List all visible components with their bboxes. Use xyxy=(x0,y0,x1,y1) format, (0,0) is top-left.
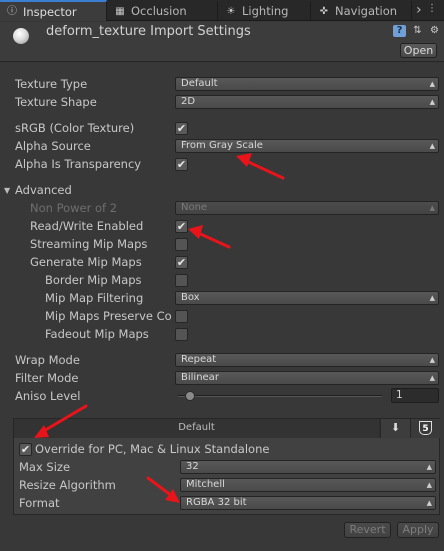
html5-icon: 5 xyxy=(419,421,432,435)
occlusion-icon: ▦ xyxy=(115,5,125,17)
override-platform-checkbox[interactable]: ✔ xyxy=(19,443,32,456)
tab-occlusion[interactable]: ▦ Occlusion xyxy=(108,1,218,21)
format-label: Format xyxy=(19,496,60,510)
help-icon[interactable]: ? xyxy=(393,25,406,37)
max-size-dropdown[interactable]: 32 ▲ xyxy=(180,460,436,474)
texture-shape-dropdown[interactable]: 2D ▲ xyxy=(175,95,439,109)
override-platform-label: Override for PC, Mac & Linux Standalone xyxy=(35,442,270,456)
read-write-label: Read/Write Enabled xyxy=(30,219,144,233)
mip-map-filtering-label: Mip Map Filtering xyxy=(45,291,144,305)
dropdown-arrow-icon: ▲ xyxy=(426,481,432,489)
more-tabs-icon[interactable]: › xyxy=(416,2,422,18)
dropdown-arrow-icon: ▲ xyxy=(429,204,435,212)
tab-navigation[interactable]: ✜ Navigation xyxy=(312,1,412,21)
fadeout-mip-maps-checkbox[interactable] xyxy=(175,328,188,341)
border-mip-maps-label: Border Mip Maps xyxy=(45,273,142,287)
tab-bar: ⓘ Inspector ▦ Occlusion ☀ Lighting ✜ Nav… xyxy=(0,0,444,21)
mip-maps-preserve-coverage-checkbox[interactable] xyxy=(175,310,188,323)
texture-type-label: Texture Type xyxy=(15,77,88,91)
panel-menu-icon[interactable]: ⋮ xyxy=(427,3,441,15)
alpha-source-label: Alpha Source xyxy=(15,139,91,153)
dropdown-arrow-icon: ▲ xyxy=(429,142,435,150)
dropdown-arrow-icon: ▲ xyxy=(429,374,435,382)
resize-algorithm-dropdown[interactable]: Mitchell ▲ xyxy=(180,478,436,492)
tab-lighting[interactable]: ☀ Lighting xyxy=(219,1,311,21)
max-size-label: Max Size xyxy=(19,460,71,474)
lighting-icon: ☀ xyxy=(226,5,236,17)
annotation-arrowhead-alpha-source xyxy=(236,153,252,167)
format-dropdown[interactable]: RGBA 32 bit ▲ xyxy=(180,496,436,510)
dropdown-arrow-icon: ▲ xyxy=(426,463,432,471)
streaming-mip-maps-label: Streaming Mip Maps xyxy=(30,237,148,251)
aniso-level-field[interactable]: 1 xyxy=(391,388,439,403)
read-write-checkbox[interactable]: ✔ xyxy=(175,220,188,233)
mip-map-filtering-dropdown[interactable]: Box ▲ xyxy=(175,291,439,305)
generate-mip-maps-label: Generate Mip Maps xyxy=(30,255,142,269)
non-power-of-2-label: Non Power of 2 xyxy=(30,201,118,215)
aniso-level-label: Aniso Level xyxy=(15,389,81,403)
preset-icon[interactable]: ⇅ xyxy=(411,25,424,37)
revert-button[interactable]: Revert xyxy=(344,522,391,538)
alpha-transparency-checkbox[interactable]: ✔ xyxy=(175,158,188,171)
generate-mip-maps-checkbox[interactable]: ✔ xyxy=(175,256,188,269)
annotation-arrow-read-write xyxy=(194,230,231,249)
tab-inspector[interactable]: ⓘ Inspector xyxy=(0,0,107,21)
tab-html5-platform[interactable]: 5 xyxy=(410,419,440,438)
texture-asset-icon xyxy=(13,28,29,44)
border-mip-maps-checkbox[interactable] xyxy=(175,274,188,287)
gear-icon[interactable]: ⚙ xyxy=(428,25,441,37)
annotation-arrowhead-read-write xyxy=(188,225,203,239)
filter-mode-dropdown[interactable]: Bilinear ▲ xyxy=(175,371,439,385)
page-title: deform_texture Import Settings xyxy=(46,24,251,39)
alpha-source-dropdown[interactable]: From Gray Scale ▲ xyxy=(175,139,439,153)
dropdown-arrow-icon: ▲ xyxy=(429,294,435,302)
filter-mode-label: Filter Mode xyxy=(15,371,79,385)
navigation-icon: ✜ xyxy=(319,5,329,17)
apply-button[interactable]: Apply xyxy=(397,522,439,538)
annotation-arrow-alpha-source xyxy=(242,158,285,180)
download-icon[interactable]: ⬇ xyxy=(380,419,410,438)
streaming-mip-maps-checkbox[interactable] xyxy=(175,238,188,251)
alpha-transparency-label: Alpha Is Transparency xyxy=(15,157,142,171)
dropdown-arrow-icon: ▲ xyxy=(429,80,435,88)
advanced-foldout-icon[interactable]: ▼ xyxy=(4,186,10,195)
texture-shape-label: Texture Shape xyxy=(15,95,97,109)
wrap-mode-dropdown[interactable]: Repeat ▲ xyxy=(175,353,439,367)
resize-algorithm-label: Resize Algorithm xyxy=(19,478,116,492)
wrap-mode-label: Wrap Mode xyxy=(15,353,80,367)
aniso-slider-track[interactable] xyxy=(178,395,382,397)
open-button[interactable]: Open xyxy=(400,43,437,58)
info-icon: ⓘ xyxy=(7,6,17,17)
dropdown-arrow-icon: ▲ xyxy=(426,499,432,507)
tab-default-platform[interactable]: Default xyxy=(14,419,379,438)
srgb-label: sRGB (Color Texture) xyxy=(15,121,135,135)
mip-maps-preserve-coverage-label: Mip Maps Preserve Co xyxy=(45,309,172,323)
dropdown-arrow-icon: ▲ xyxy=(429,356,435,364)
texture-type-dropdown[interactable]: Default ▲ xyxy=(175,77,439,91)
srgb-checkbox[interactable]: ✔ xyxy=(175,122,188,135)
aniso-slider-thumb[interactable] xyxy=(185,391,195,401)
dropdown-arrow-icon: ▲ xyxy=(429,98,435,106)
fadeout-mip-maps-label: Fadeout Mip Maps xyxy=(45,327,149,341)
advanced-foldout-label[interactable]: Advanced xyxy=(15,183,72,197)
non-power-of-2-dropdown: None ▲ xyxy=(175,201,439,215)
